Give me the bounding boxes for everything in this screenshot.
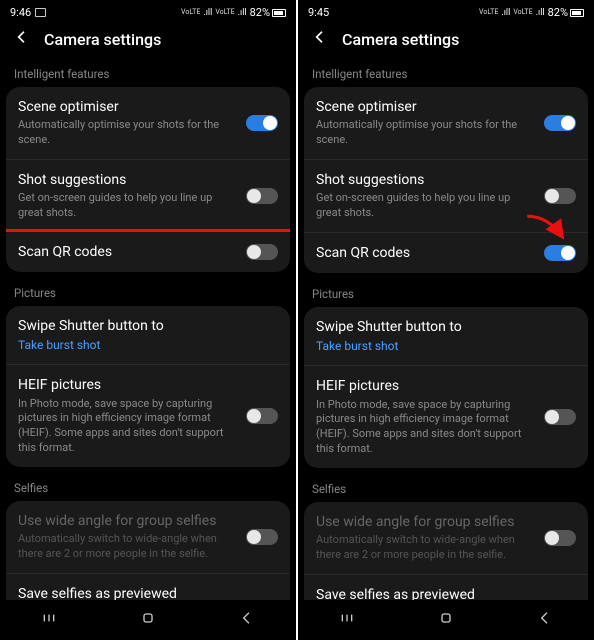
picture-notification-icon xyxy=(35,8,46,17)
sub-swipe-shutter: Take burst shot xyxy=(316,338,576,354)
label-scene-optimiser: Scene optimiser xyxy=(18,98,236,116)
row-heif[interactable]: HEIF pictures In Photo mode, save space … xyxy=(6,364,290,467)
signal-bars-2: .ıll xyxy=(238,8,247,18)
sub-swipe-shutter: Take burst shot xyxy=(18,337,278,353)
battery-icon xyxy=(570,9,584,17)
battery-icon xyxy=(272,9,286,17)
section-pictures: Pictures xyxy=(304,283,588,307)
row-scene-optimiser[interactable]: Scene optimiser Automatically optimise y… xyxy=(6,87,290,159)
sub-shot-suggestions: Get on-screen guides to help you line up… xyxy=(18,191,236,221)
label-heif: HEIF pictures xyxy=(316,377,534,395)
status-bar: 9:45 VoLTE .ıll VoLTE .ıll 82% xyxy=(298,0,594,21)
toggle-scan-qr[interactable] xyxy=(246,244,278,260)
clock: 9:46 xyxy=(10,6,31,19)
battery: 82% xyxy=(548,6,584,19)
row-save-selfies[interactable]: Save selfies as previewed Save selfies a… xyxy=(304,574,588,600)
signal-volte-1: VoLTE xyxy=(479,9,498,16)
section-pictures: Pictures xyxy=(6,282,290,306)
sub-wide-angle: Automatically switch to wide-angle when … xyxy=(316,533,534,563)
signal-volte-2: VoLTE xyxy=(215,9,234,16)
label-shot-suggestions: Shot suggestions xyxy=(316,171,534,189)
label-save-selfies: Save selfies as previewed xyxy=(18,585,236,600)
card-intelligent: Scene optimiser Automatically optimise y… xyxy=(6,87,290,272)
card-selfies: Use wide angle for group selfies Automat… xyxy=(304,502,588,600)
row-shot-suggestions[interactable]: Shot suggestions Get on-screen guides to… xyxy=(6,159,290,232)
label-wide-angle: Use wide angle for group selfies xyxy=(18,512,236,530)
toggle-wide-angle[interactable] xyxy=(544,530,576,546)
sub-shot-suggestions: Get on-screen guides to help you line up… xyxy=(316,191,534,221)
row-swipe-shutter[interactable]: Swipe Shutter button to Take burst shot xyxy=(304,307,588,365)
nav-bar xyxy=(298,600,594,640)
toggle-heif[interactable] xyxy=(544,409,576,425)
card-selfies: Use wide angle for group selfies Automat… xyxy=(6,501,290,600)
sub-scene-optimiser: Automatically optimise your shots for th… xyxy=(316,118,534,148)
settings-scroll[interactable]: Intelligent features Scene optimiser Aut… xyxy=(298,63,594,600)
header: Camera settings xyxy=(298,21,594,63)
label-scan-qr: Scan QR codes xyxy=(18,243,236,261)
highlight-scan-qr: Scan QR codes xyxy=(6,229,290,272)
signal-volte-2: VoLTE xyxy=(513,9,532,16)
card-pictures: Swipe Shutter button to Take burst shot … xyxy=(304,307,588,468)
nav-bar xyxy=(0,600,296,640)
sub-heif: In Photo mode, save space by capturing p… xyxy=(316,398,534,457)
toggle-shot-suggestions[interactable] xyxy=(544,188,576,204)
signal-bars-1: .ıll xyxy=(501,8,510,18)
row-save-selfies[interactable]: Save selfies as previewed Save selfies a… xyxy=(6,573,290,600)
section-intelligent: Intelligent features xyxy=(304,63,588,87)
sub-heif: In Photo mode, save space by capturing p… xyxy=(18,397,236,456)
sub-scene-optimiser: Automatically optimise your shots for th… xyxy=(18,118,236,148)
row-scan-qr[interactable]: Scan QR codes xyxy=(304,232,588,273)
label-heif: HEIF pictures xyxy=(18,376,236,394)
battery: 82% xyxy=(250,6,286,19)
section-selfies: Selfies xyxy=(6,477,290,501)
recent-apps-button[interactable] xyxy=(339,610,355,630)
signal-volte-1: VoLTE xyxy=(181,9,200,16)
back-button[interactable] xyxy=(312,29,328,49)
header: Camera settings xyxy=(0,21,296,63)
home-button[interactable] xyxy=(140,610,156,630)
row-wide-angle[interactable]: Use wide angle for group selfies Automat… xyxy=(6,501,290,573)
page-title: Camera settings xyxy=(44,30,161,49)
signal-bars-2: .ıll xyxy=(536,8,545,18)
label-swipe-shutter: Swipe Shutter button to xyxy=(316,318,576,336)
card-intelligent: Scene optimiser Automatically optimise y… xyxy=(304,87,588,273)
label-wide-angle: Use wide angle for group selfies xyxy=(316,513,534,531)
settings-scroll[interactable]: Intelligent features Scene optimiser Aut… xyxy=(0,63,296,600)
section-selfies: Selfies xyxy=(304,478,588,502)
toggle-scene-optimiser[interactable] xyxy=(246,115,278,131)
sub-wide-angle: Automatically switch to wide-angle when … xyxy=(18,532,236,562)
back-nav-button[interactable] xyxy=(239,610,255,630)
row-scene-optimiser[interactable]: Scene optimiser Automatically optimise y… xyxy=(304,87,588,159)
signal-bars-1: .ıll xyxy=(203,8,212,18)
toggle-scan-qr[interactable] xyxy=(544,245,576,261)
toggle-shot-suggestions[interactable] xyxy=(246,188,278,204)
annotation-arrow-icon xyxy=(524,211,572,247)
back-nav-button[interactable] xyxy=(537,610,553,630)
toggle-heif[interactable] xyxy=(246,408,278,424)
phone-right: 9:45 VoLTE .ıll VoLTE .ıll 82% Camera se… xyxy=(298,0,594,640)
toggle-scene-optimiser[interactable] xyxy=(544,115,576,131)
label-swipe-shutter: Swipe Shutter button to xyxy=(18,317,278,335)
recent-apps-button[interactable] xyxy=(41,610,57,630)
toggle-wide-angle[interactable] xyxy=(246,529,278,545)
page-title: Camera settings xyxy=(342,30,459,49)
section-intelligent: Intelligent features xyxy=(6,63,290,87)
row-swipe-shutter[interactable]: Swipe Shutter button to Take burst shot xyxy=(6,306,290,364)
row-heif[interactable]: HEIF pictures In Photo mode, save space … xyxy=(304,365,588,468)
row-wide-angle[interactable]: Use wide angle for group selfies Automat… xyxy=(304,502,588,574)
phone-left: 9:46 VoLTE .ıll VoLTE .ıll 82% Camera se… xyxy=(0,0,296,640)
status-bar: 9:46 VoLTE .ıll VoLTE .ıll 82% xyxy=(0,0,296,21)
clock: 9:45 xyxy=(308,6,329,19)
back-button[interactable] xyxy=(14,29,30,49)
card-pictures: Swipe Shutter button to Take burst shot … xyxy=(6,306,290,467)
label-shot-suggestions: Shot suggestions xyxy=(18,171,236,189)
label-scene-optimiser: Scene optimiser xyxy=(316,98,534,116)
row-scan-qr[interactable]: Scan QR codes xyxy=(6,232,290,272)
home-button[interactable] xyxy=(438,610,454,630)
label-scan-qr: Scan QR codes xyxy=(316,244,534,262)
label-save-selfies: Save selfies as previewed xyxy=(316,586,534,600)
